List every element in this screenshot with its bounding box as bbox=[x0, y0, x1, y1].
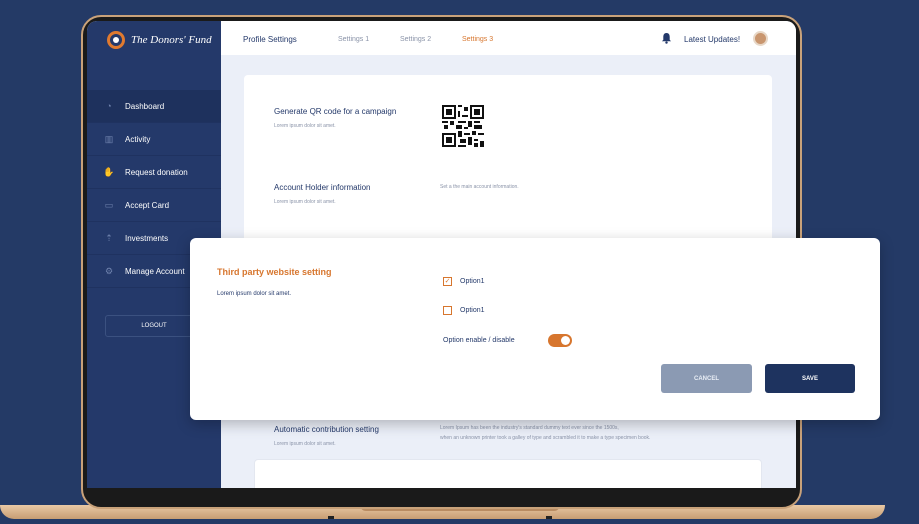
row-description: Set a the main account information. bbox=[440, 184, 519, 190]
qr-code-icon[interactable] bbox=[442, 105, 484, 147]
sidebar-item-label: Activity bbox=[125, 134, 151, 144]
tab-settings-3[interactable]: Settings 3 bbox=[462, 36, 493, 43]
logo-icon bbox=[107, 31, 125, 49]
third-party-settings-modal: Third party website setting Lorem ipsum … bbox=[190, 238, 880, 420]
option-label: Option1 bbox=[460, 307, 485, 314]
cancel-button[interactable]: CANCEL bbox=[661, 364, 752, 393]
enable-toggle[interactable] bbox=[548, 334, 572, 347]
sidebar-item-label: Investments bbox=[125, 233, 169, 243]
row-title: Automatic contribution setting bbox=[274, 425, 379, 434]
brand-name: The Donors' Fund bbox=[131, 34, 212, 46]
row-subtitle: Lorem ipsum dolor sit amet. bbox=[274, 199, 336, 205]
gear-icon: ⚙ bbox=[104, 266, 114, 276]
sidebar-item-label: Accept Card bbox=[125, 200, 170, 210]
laptop-foot bbox=[546, 516, 552, 519]
row-subtitle: Lorem ipsum dolor sit amet. bbox=[274, 123, 336, 129]
top-bar: Profile Settings Settings 1 Settings 2 S… bbox=[221, 21, 796, 55]
sidebar-item-dashboard[interactable]: ◔ Dashboard bbox=[87, 90, 221, 123]
card-icon: ▭ bbox=[104, 200, 114, 210]
option-checkbox-1[interactable]: ✓ Option1 bbox=[443, 277, 485, 286]
settings-card-lower bbox=[254, 459, 762, 488]
sidebar-item-label: Request donation bbox=[125, 167, 188, 177]
gauge-icon: ◔ bbox=[106, 101, 112, 111]
row-description: Lorem Ipsum has been the industry's stan… bbox=[440, 425, 619, 431]
sidebar-item-request-donation[interactable]: ✋ Request donation bbox=[87, 156, 221, 189]
brand-logo[interactable]: The Donors' Fund bbox=[107, 31, 212, 49]
save-button[interactable]: SAVE bbox=[765, 364, 855, 393]
checkbox-checked-icon[interactable]: ✓ bbox=[443, 277, 452, 286]
request-icon: ✋ bbox=[103, 167, 115, 177]
activity-icon: ▥ bbox=[104, 134, 114, 144]
modal-subtitle: Lorem ipsum dolor sit amet. bbox=[217, 291, 292, 297]
tab-settings-2[interactable]: Settings 2 bbox=[400, 36, 431, 43]
option-checkbox-2[interactable]: Option1 bbox=[443, 306, 485, 315]
sidebar-item-label: Dashboard bbox=[125, 101, 165, 111]
sidebar-item-label: Manage Account bbox=[125, 266, 185, 276]
option-label: Option1 bbox=[460, 278, 485, 285]
tab-settings-1[interactable]: Settings 1 bbox=[338, 36, 369, 43]
laptop-foot bbox=[328, 516, 334, 519]
tab-profile-settings[interactable]: Profile Settings bbox=[243, 35, 297, 44]
avatar[interactable] bbox=[753, 31, 768, 46]
sidebar-item-activity[interactable]: ▥ Activity bbox=[87, 123, 221, 156]
row-subtitle: Lorem ipsum dolor sit amet. bbox=[274, 441, 336, 447]
row-title: Generate QR code for a campaign bbox=[274, 107, 397, 116]
sidebar-item-accept-card[interactable]: ▭ Accept Card bbox=[87, 189, 221, 222]
row-description: when an unknown printer took a galley of… bbox=[440, 435, 651, 441]
checkbox-unchecked-icon[interactable] bbox=[443, 306, 452, 315]
toggle-knob bbox=[561, 336, 570, 345]
logout-button[interactable]: LOGOUT bbox=[105, 315, 203, 337]
latest-updates-link[interactable]: Latest Updates! bbox=[684, 35, 740, 44]
row-title: Account Holder information bbox=[274, 183, 371, 192]
bell-icon[interactable] bbox=[661, 32, 672, 44]
investments-icon: ⇡ bbox=[105, 233, 113, 243]
modal-title: Third party website setting bbox=[217, 267, 332, 277]
toggle-label: Option enable / disable bbox=[443, 337, 515, 344]
